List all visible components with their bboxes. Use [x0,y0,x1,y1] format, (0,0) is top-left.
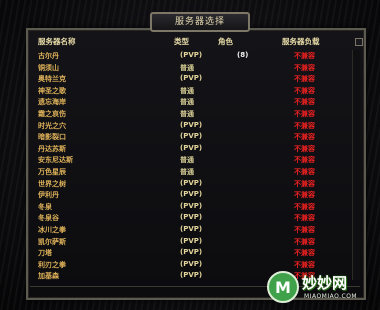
server-status: 不兼容 [294,121,315,130]
server-name: 刀塔 [38,249,52,258]
server-type: (PVP) [180,178,203,187]
server-type: (PVP) [180,74,203,83]
window-title: 服务器选择 [150,12,250,32]
server-row[interactable]: 奥特兰克 (PVP) 不兼容 [32,73,352,85]
server-character-count: (8) [237,51,249,59]
server-status: 不兼容 [294,52,315,60]
server-status: 不兼容 [294,191,315,200]
server-type: (PVP) [180,259,203,268]
server-type: (PVP) [180,201,203,210]
server-type: 普通 [180,167,194,176]
server-type: (PVP) [180,236,203,245]
server-status: 不兼容 [294,133,315,142]
server-row[interactable]: 遗忘海岸 普通 不兼容 [32,96,352,108]
server-row[interactable]: 伊利丹 (PVP) 不兼容 [32,189,352,201]
server-status: 不兼容 [294,167,315,176]
server-row[interactable]: 冰川之拳 (PVP) 不兼容 [32,224,352,236]
server-row[interactable]: 丹达苏斯 (PVP) 不兼容 [32,143,352,155]
server-row[interactable]: 凯尔萨斯 (PVP) 不兼容 [32,236,352,248]
server-name: 神圣之歌 [38,86,66,95]
watermark-subtext: MIAOMIAO.COM [304,293,358,300]
server-type: (PVP) [180,51,203,59]
server-row[interactable]: 时光之穴 (PVP) 不兼容 [32,120,352,132]
watermark-text: 妙妙网 [302,274,348,292]
server-type: 普通 [180,98,194,107]
server-row[interactable]: 安东尼达斯 普通 不兼容 [32,154,352,166]
server-name: 万色星辰 [38,167,66,176]
server-status: 不兼容 [294,98,315,107]
server-type: 普通 [180,109,194,118]
server-name: 铜须山 [38,63,59,72]
server-type: (PVP) [180,120,203,129]
server-name: 遗忘海岸 [38,98,66,107]
server-status: 不兼容 [294,214,315,223]
server-status: 不兼容 [294,225,315,234]
server-name: 安东尼达斯 [38,156,73,165]
server-name: 冰川之拳 [38,225,66,234]
server-row[interactable]: 刀塔 (PVP) 不兼容 [32,247,352,259]
server-row[interactable]: 霜之哀伤 普通 不兼容 [32,108,352,120]
server-row[interactable]: 暗影裂口 (PVP) 不兼容 [32,131,352,143]
server-type: (PVP) [180,248,203,257]
server-row[interactable]: 冬泉 (PVP) 不兼容 [32,201,352,213]
server-type: 普通 [180,86,194,95]
server-status: 不兼容 [294,86,315,95]
server-status: 不兼容 [294,237,315,246]
game-screen: 服务器选择 服务器名称 类型 角色 服务器负载 古尔丹 (PVP) (8) 不兼容 铜须… [0,0,380,310]
server-list-scrollbar[interactable] [352,50,360,280]
server-type: (PVP) [180,143,203,152]
server-row[interactable]: 古尔丹 (PVP) (8) 不兼容 [32,50,352,62]
server-row[interactable]: 世界之树 (PVP) 不兼容 [32,178,352,190]
server-name: 加基森 [38,272,59,281]
server-name: 暗影裂口 [38,133,66,142]
server-status: 不兼容 [294,156,315,165]
server-name: 时光之穴 [38,121,66,130]
server-name: 奥特兰克 [38,75,66,84]
server-name: 古尔丹 [38,52,59,60]
server-type: (PVP) [180,224,203,233]
column-header-status[interactable]: 服务器负载 [282,36,320,47]
server-type: (PVP) [180,271,203,280]
close-button[interactable] [355,38,363,46]
server-type: (PVP) [180,132,203,141]
server-row[interactable]: 神圣之歌 普通 不兼容 [32,85,352,97]
column-header-type[interactable]: 类型 [174,36,189,47]
watermark-logo-letter: M [275,278,291,297]
server-list: 古尔丹 (PVP) (8) 不兼容 铜须山 普通 不兼容 奥特兰克 (PVP) 不兼容 神圣之歌 普通… [32,50,352,282]
server-status: 不兼容 [294,75,315,84]
column-header-name[interactable]: 服务器名称 [38,36,76,47]
server-name: 世界之树 [38,179,66,188]
server-name: 伊利丹 [38,191,59,200]
watermark-logo-icon: M [267,271,299,303]
site-watermark: M 妙妙网 MIAOMIAO.COM [266,268,376,308]
server-row[interactable]: 铜须山 普通 不兼容 [32,62,352,74]
column-header-role[interactable]: 角色 [218,36,233,47]
server-status: 不兼容 [294,109,315,118]
server-status: 不兼容 [294,144,315,153]
column-header-row: 服务器名称 类型 角色 服务器负载 [32,34,358,48]
server-row[interactable]: 冬泉谷 (PVP) 不兼容 [32,212,352,224]
server-status: 不兼容 [294,63,315,72]
server-status: 不兼容 [294,249,315,258]
server-status: 不兼容 [294,179,315,188]
server-type: (PVP) [180,190,203,199]
server-type: 普通 [180,156,194,165]
server-name: 利刃之拳 [38,260,66,269]
server-name: 冬泉谷 [38,214,59,223]
server-type: (PVP) [180,213,203,222]
server-type: 普通 [180,63,194,72]
server-name: 凯尔萨斯 [38,237,66,246]
server-status: 不兼容 [294,202,315,211]
server-name: 霜之哀伤 [38,109,66,118]
server-name: 冬泉 [38,202,52,211]
server-name: 丹达苏斯 [38,144,66,153]
server-row[interactable]: 万色星辰 普通 不兼容 [32,166,352,178]
